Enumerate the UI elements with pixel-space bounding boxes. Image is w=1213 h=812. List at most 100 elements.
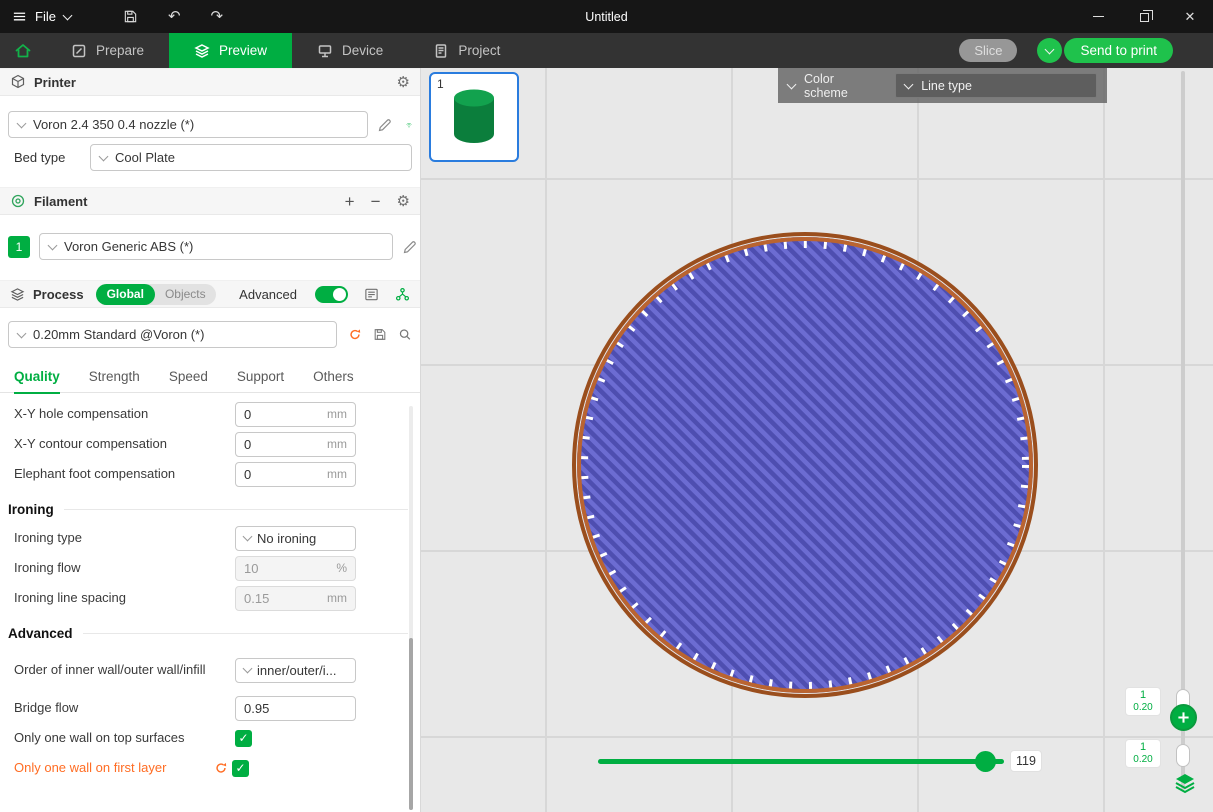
layer-number: 1 xyxy=(1140,741,1146,754)
redo-button[interactable]: ↷ xyxy=(211,9,224,24)
tab-quality[interactable]: Quality xyxy=(14,361,60,393)
setting-label: X-Y hole compensation xyxy=(14,406,235,422)
tab-preview[interactable]: Preview xyxy=(169,33,292,68)
chevron-down-icon xyxy=(904,79,914,89)
edit-filament-icon[interactable] xyxy=(402,239,418,255)
objects-segment[interactable]: Objects xyxy=(155,287,216,301)
tab-support[interactable]: Support xyxy=(237,361,284,393)
layer-view-button[interactable] xyxy=(1172,770,1198,796)
add-filament-button[interactable]: + xyxy=(345,193,355,210)
xy-hole-compensation-input[interactable]: 0 mm xyxy=(235,402,356,427)
setting-unit: % xyxy=(336,561,347,575)
save-icon xyxy=(123,9,138,24)
filament-preset-select[interactable]: Voron Generic ABS (*) xyxy=(39,233,393,260)
layer-slider-track[interactable] xyxy=(1181,71,1185,790)
wifi-connection-icon[interactable] xyxy=(406,117,412,133)
chevron-down-icon xyxy=(243,532,253,542)
send-to-print-button[interactable]: Send to print xyxy=(1064,38,1173,63)
tab-project-label: Project xyxy=(458,43,500,58)
setting-value: 10 xyxy=(244,561,336,576)
save-button[interactable] xyxy=(123,9,138,24)
setting-label-modified: Only one wall on first layer xyxy=(14,760,214,776)
one-wall-top-checkbox[interactable]: ✓ xyxy=(235,730,252,747)
wall-order-select[interactable]: inner/outer/i... xyxy=(235,658,356,683)
tab-device[interactable]: Device xyxy=(292,33,408,68)
add-custom-gcode-button[interactable] xyxy=(1170,704,1197,731)
layer-height: 0.20 xyxy=(1133,754,1152,766)
filament-settings-button[interactable]: ⚙ xyxy=(397,194,410,209)
line-type-select[interactable]: Line type xyxy=(895,73,1097,98)
elephant-foot-compensation-input[interactable]: 0 mm xyxy=(235,462,356,487)
home-button[interactable] xyxy=(0,33,46,68)
printer-preset-select[interactable]: Voron 2.4 350 0.4 nozzle (*) xyxy=(8,111,368,138)
filament-slot-badge[interactable]: 1 xyxy=(8,236,30,258)
bed-type-select[interactable]: Cool Plate xyxy=(90,144,412,171)
parameter-list-icon[interactable] xyxy=(364,287,379,302)
check-icon: ✓ xyxy=(235,761,245,775)
object-thumbnail[interactable]: 1 xyxy=(429,72,519,162)
titlebar-quick-actions: ↶ ↷ xyxy=(123,9,223,24)
setting-label: Order of inner wall/outer wall/infill xyxy=(14,662,235,678)
ironing-group-title: Ironing xyxy=(8,502,54,517)
sliced-model-top-view[interactable] xyxy=(421,68,1213,812)
tab-others[interactable]: Others xyxy=(313,361,354,393)
reset-setting-icon[interactable] xyxy=(214,761,228,775)
setting-unit: mm xyxy=(327,467,347,481)
process-preset-select[interactable]: 0.20mm Standard @Voron (*) xyxy=(8,321,337,348)
restore-button[interactable] xyxy=(1121,0,1167,33)
setting-value: 0 xyxy=(244,437,327,452)
ironing-flow-input[interactable]: 10 % xyxy=(235,556,356,581)
move-slider-handle[interactable] xyxy=(975,751,996,772)
minimize-button[interactable] xyxy=(1075,0,1121,33)
xy-contour-compensation-input[interactable]: 0 mm xyxy=(235,432,356,457)
tab-project[interactable]: Project xyxy=(408,33,525,68)
tab-strength[interactable]: Strength xyxy=(89,361,140,393)
process-graph-icon[interactable] xyxy=(395,287,410,302)
preview-viewport[interactable]: 1 Color scheme Line type 119 xyxy=(421,68,1213,812)
search-settings-icon[interactable] xyxy=(398,327,412,342)
layer-slider-lower-handle[interactable] xyxy=(1176,744,1190,767)
reset-preset-icon[interactable] xyxy=(348,327,362,342)
slice-button[interactable]: Slice xyxy=(959,39,1017,62)
one-wall-first-layer-checkbox[interactable]: ✓ xyxy=(232,760,249,777)
send-to-print-group: Send to print xyxy=(1037,38,1173,63)
tab-prepare[interactable]: Prepare xyxy=(46,33,169,68)
setting-value: 0 xyxy=(244,407,327,422)
undo-button[interactable]: ↶ xyxy=(168,9,181,24)
ironing-line-spacing-input[interactable]: 0.15 mm xyxy=(235,586,356,611)
bed-type-value: Cool Plate xyxy=(115,150,175,165)
setting-unit: mm xyxy=(327,437,347,451)
setting-row: Bridge flow 0.95 xyxy=(0,693,420,723)
tab-speed[interactable]: Speed xyxy=(169,361,208,393)
file-menu-button[interactable]: File xyxy=(0,0,83,33)
bridge-flow-input[interactable]: 0.95 xyxy=(235,696,356,721)
sidebar-scrollbar-thumb[interactable] xyxy=(409,638,413,810)
navbar-actions: Slice Send to print xyxy=(959,38,1173,63)
setting-label: Bridge flow xyxy=(14,700,235,716)
close-button[interactable]: ✕ xyxy=(1167,0,1213,33)
device-icon xyxy=(317,43,333,59)
object-thumbnail-number: 1 xyxy=(437,77,444,91)
global-objects-toggle[interactable]: Global Objects xyxy=(96,284,216,305)
process-preset-row: 0.20mm Standard @Voron (*) xyxy=(8,321,412,348)
hamburger-icon xyxy=(12,9,27,24)
global-segment[interactable]: Global xyxy=(96,284,155,305)
bed-type-label: Bed type xyxy=(8,150,90,165)
advanced-toggle-switch[interactable] xyxy=(315,286,348,303)
ironing-type-select[interactable]: No ironing xyxy=(235,526,356,551)
send-options-button[interactable] xyxy=(1037,38,1062,63)
remove-filament-button[interactable]: − xyxy=(371,193,381,210)
setting-unit: mm xyxy=(327,591,347,605)
setting-row: X-Y contour compensation 0 mm xyxy=(0,429,420,459)
edit-printer-icon[interactable] xyxy=(377,117,393,133)
setting-value: No ironing xyxy=(257,531,316,546)
chevron-down-icon xyxy=(243,664,253,674)
save-preset-icon[interactable] xyxy=(373,327,387,342)
setting-label: Elephant foot compensation xyxy=(14,466,235,482)
project-icon xyxy=(433,43,449,59)
sidebar: Printer ⚙ Voron 2.4 350 0.4 nozzle (*) B… xyxy=(0,68,421,812)
printer-section-title: Printer xyxy=(34,75,76,90)
move-slider-track[interactable] xyxy=(598,759,1004,764)
process-section-title: Process xyxy=(33,287,84,302)
printer-settings-button[interactable]: ⚙ xyxy=(397,75,410,90)
